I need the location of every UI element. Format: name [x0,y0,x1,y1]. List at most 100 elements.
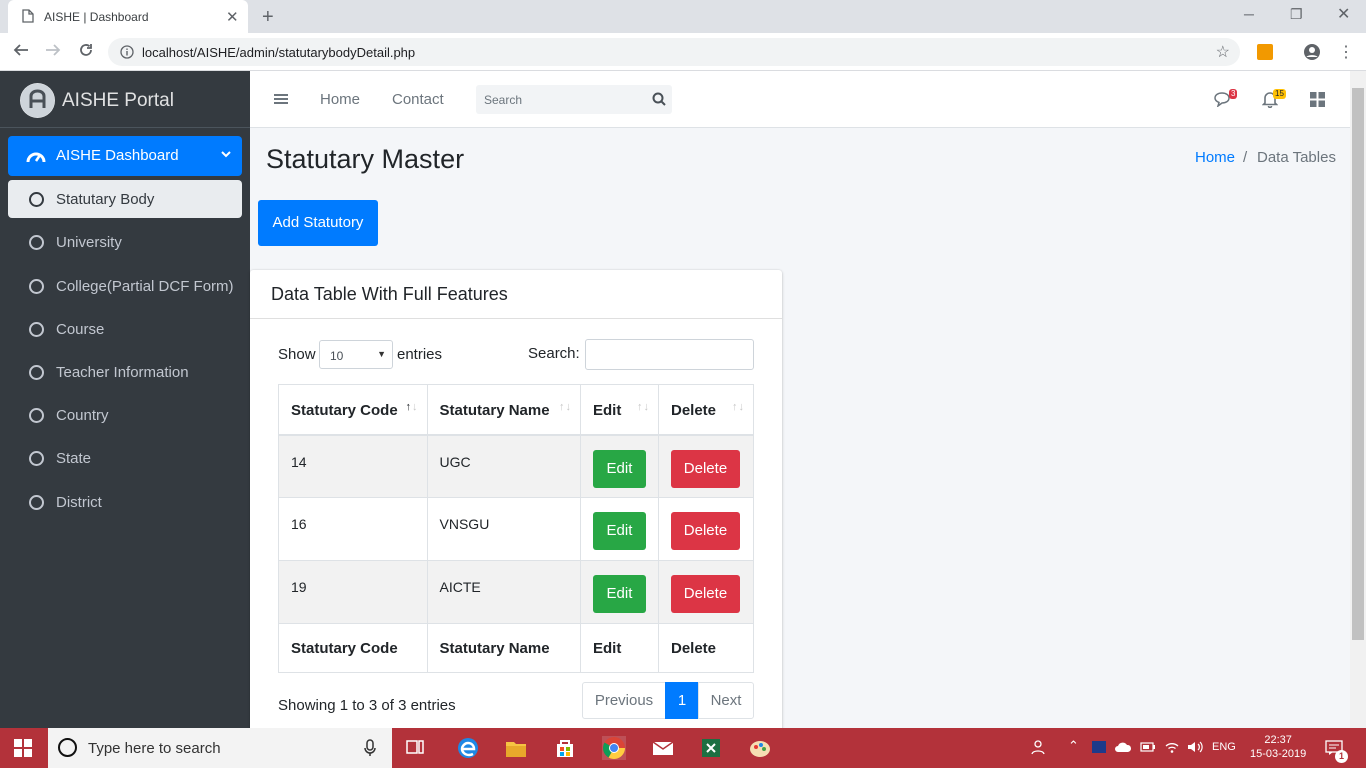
forward-icon[interactable] [45,42,61,58]
profile-icon[interactable] [1303,43,1321,61]
sidebar-item-teacher-information[interactable]: Teacher Information [8,353,242,391]
store-icon[interactable] [553,736,577,760]
sidebar-item-university[interactable]: University [8,223,242,261]
battery-icon[interactable] [1140,742,1156,752]
mail-icon[interactable] [651,736,675,760]
task-view-icon[interactable] [405,736,429,760]
bookmark-star-icon[interactable]: ☆ [1216,42,1230,62]
page-title: Statutary Master [266,144,465,174]
sidebar-item-country[interactable]: Country [8,396,242,434]
clock-date: 15-03-2019 [1250,748,1307,760]
restore-icon[interactable]: ❐ [1290,6,1303,23]
column-header-name[interactable]: Statutary Name ↑↓ [426,384,581,436]
sidebar-item-label: Statutary Body [56,191,155,208]
navbar-search [476,85,672,114]
breadcrumb-home-link[interactable]: Home [1195,149,1235,166]
cell-name: UGC [426,434,581,498]
statutary-table: Statutary Code ↑↓ Statutary Name ↑↓ Edit… [278,384,755,673]
grid-apps-icon[interactable] [1310,92,1325,107]
delete-button[interactable]: Delete [670,449,740,488]
excel-icon[interactable] [699,736,723,760]
browser-menu-icon[interactable]: ⋮ [1338,42,1354,62]
column-header-label: Statutary Code [291,402,398,419]
reload-icon[interactable] [78,42,94,58]
column-header-delete[interactable]: Delete ↑↓ [657,384,755,436]
table-search-input[interactable] [585,339,754,370]
cell-name: VNSGU [426,497,581,561]
breadcrumb-current: Data Tables [1257,149,1336,166]
sidebar-item-label: College(Partial DCF Form) [56,278,234,295]
column-header-edit[interactable]: Edit ↑↓ [579,384,659,436]
pagination-next[interactable]: Next [698,682,754,719]
search-icon[interactable] [652,92,666,106]
column-header-code[interactable]: Statutary Code ↑↓ [278,384,428,436]
delete-button[interactable]: Delete [670,575,740,613]
circle-icon [29,279,44,294]
sidebar-item-college[interactable]: College(Partial DCF Form) [8,267,242,305]
people-icon[interactable] [1031,739,1047,755]
breadcrumb-separator: / [1243,149,1248,166]
cell-code: 19 [278,560,428,624]
sidebar-item-course[interactable]: Course [8,310,242,348]
taskbar-clock[interactable]: 22:37 15-03-2019 [1250,733,1306,761]
clock-time: 22:37 [1264,734,1292,746]
edit-button[interactable]: Edit [592,575,646,613]
minimize-icon[interactable]: ─ [1244,6,1254,22]
sort-icon: ↑↓ [732,401,745,413]
language-indicator[interactable]: ENG [1212,741,1236,753]
flag-icon[interactable] [1092,741,1106,753]
pagination-previous[interactable]: Previous [582,682,666,719]
browser-tab[interactable]: AISHE | Dashboard ✕ [8,0,248,33]
chrome-icon[interactable] [602,736,626,760]
edit-button[interactable]: Edit [592,449,646,488]
close-window-icon[interactable]: ✕ [1337,4,1350,24]
taskbar-search-placeholder: Type here to search [88,740,221,757]
windows-start-icon[interactable] [14,739,32,757]
url-text[interactable]: localhost/AISHE/admin/statutarybodyDetai… [142,45,415,60]
hamburger-menu-icon[interactable] [273,91,289,107]
footer-edit: Edit [579,623,659,673]
microphone-icon[interactable] [364,739,376,757]
sidebar-item-dashboard[interactable]: AISHE Dashboard [8,136,242,176]
entries-length-select[interactable]: 10 ▼ [319,340,393,369]
tray-chevron-up-icon[interactable]: ⌃ [1068,738,1079,754]
table-info: Showing 1 to 3 of 3 entries [278,697,456,714]
extension-icon[interactable] [1257,44,1273,60]
circle-icon [29,495,44,510]
info-icon[interactable] [120,45,134,59]
edit-button[interactable]: Edit [592,512,646,550]
taskbar-search[interactable]: Type here to search [48,728,392,768]
footer-delete: Delete [657,623,755,673]
circle-icon [29,192,44,207]
edge-icon[interactable] [456,736,480,760]
address-bar[interactable]: localhost/AISHE/admin/statutarybodyDetai… [108,38,1240,66]
add-statutory-button[interactable]: Add Statutory [258,200,378,246]
sidebar-item-statutary-body[interactable]: Statutary Body [8,180,242,218]
scrollbar-thumb[interactable] [1352,88,1364,640]
sidebar-item-label: State [56,450,92,467]
nav-contact-link[interactable]: Contact [392,91,444,108]
file-explorer-icon[interactable] [504,736,528,760]
brand-logo [20,83,55,118]
back-icon[interactable] [13,42,29,58]
volume-icon[interactable] [1186,740,1204,754]
delete-button[interactable]: Delete [670,512,740,550]
nav-home-link[interactable]: Home [320,91,360,108]
sort-icon: ↑↓ [558,401,572,413]
new-tab-icon[interactable]: + [262,6,274,29]
sidebar-item-state[interactable]: State [8,439,242,477]
table-row: 14 UGC Edit Delete [278,434,755,498]
sidebar-item-label: University [56,234,122,251]
entries-label: entries [397,346,443,363]
close-tab-icon[interactable]: ✕ [226,8,239,26]
cell-code: 14 [278,434,428,498]
navbar-search-input[interactable] [476,85,644,114]
pagination-page-1[interactable]: 1 [665,682,699,719]
brand[interactable]: AISHE Portal [0,71,250,128]
paint-icon[interactable] [748,736,772,760]
wifi-icon[interactable] [1164,740,1180,754]
footer-code: Statutary Code [278,623,428,673]
cell-edit: Edit [579,497,659,561]
onedrive-icon[interactable] [1114,741,1132,753]
sidebar-item-district[interactable]: District [8,483,242,521]
